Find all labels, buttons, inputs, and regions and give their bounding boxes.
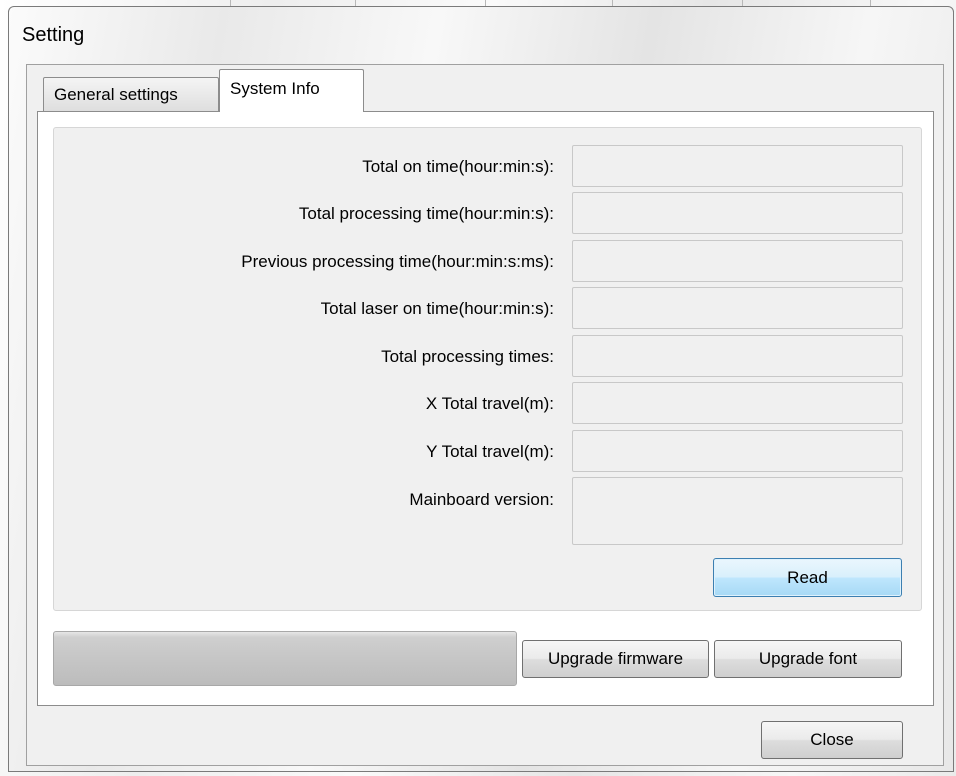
x-total-travel-field[interactable] xyxy=(572,382,903,424)
previous-processing-time-field[interactable] xyxy=(572,240,903,282)
tab-system-info[interactable]: System Info xyxy=(219,69,364,112)
dialog-title: Setting xyxy=(22,24,85,46)
total-processing-time-label: Total processing time(hour:min:s): xyxy=(298,204,554,223)
upgrade-progress-bar xyxy=(53,631,517,686)
total-processing-time-field[interactable] xyxy=(572,192,903,234)
mainboard-version-label: Mainboard version: xyxy=(409,490,554,509)
total-processing-times-field[interactable] xyxy=(572,335,903,377)
total-on-time-label: Total on time(hour:min:s): xyxy=(362,157,554,176)
previous-processing-time-label: Previous processing time(hour:min:s:ms): xyxy=(241,252,554,271)
total-processing-times-label: Total processing times: xyxy=(381,347,554,366)
total-laser-on-time-label: Total laser on time(hour:min:s): xyxy=(320,299,554,318)
y-total-travel-label: Y Total travel(m): xyxy=(426,442,554,461)
read-button[interactable]: Read xyxy=(713,558,902,597)
total-on-time-field[interactable] xyxy=(572,145,903,187)
y-total-travel-field[interactable] xyxy=(572,430,903,472)
close-button[interactable]: Close xyxy=(761,721,903,759)
x-total-travel-label: X Total travel(m): xyxy=(425,394,554,413)
total-laser-on-time-field[interactable] xyxy=(572,287,903,329)
tab-general-settings[interactable]: General settings xyxy=(43,77,219,111)
upgrade-font-button[interactable]: Upgrade font xyxy=(714,640,902,678)
mainboard-version-field[interactable] xyxy=(572,477,903,545)
upgrade-firmware-button[interactable]: Upgrade firmware xyxy=(522,640,709,678)
